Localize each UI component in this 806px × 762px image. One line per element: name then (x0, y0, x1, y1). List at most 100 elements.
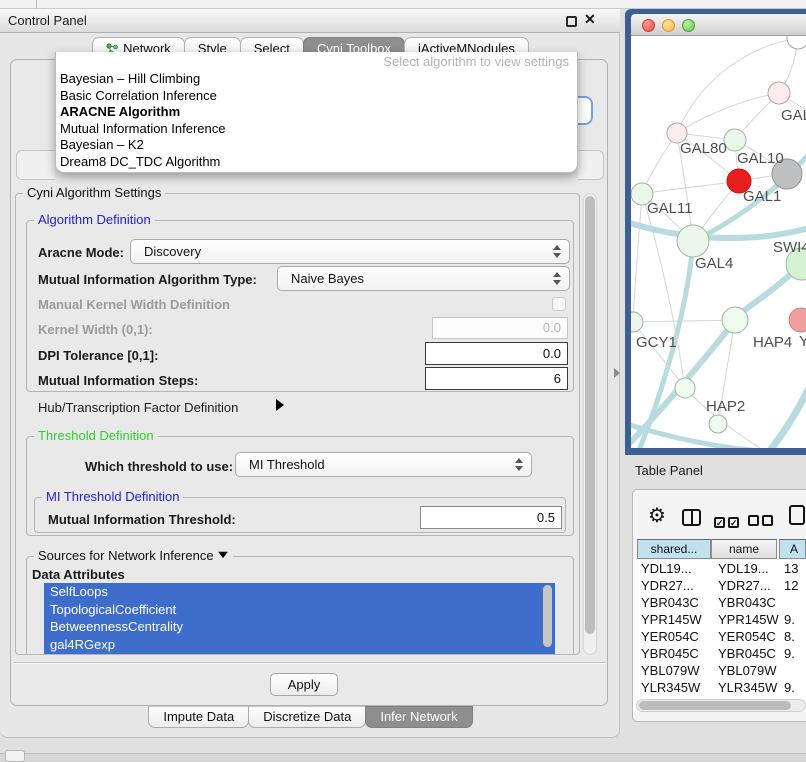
node-label: Y (799, 333, 806, 350)
attribute-item[interactable]: gal4RGexp (44, 636, 555, 654)
mi-steps-field[interactable]: 6 (425, 367, 568, 390)
dropdown-item[interactable]: Bayesian – K2 (60, 137, 573, 154)
table-cell: YBR045C (711, 645, 779, 662)
node-label: GAL10 (737, 150, 784, 167)
dropdown-item[interactable]: Mutual Information Inference (60, 121, 573, 138)
table-row[interactable]: YLR345WYLR345W9. (633, 679, 806, 696)
column-header-name[interactable]: name (711, 539, 777, 559)
function-page-icon[interactable] (789, 505, 805, 525)
node-label: HAP4 (753, 334, 792, 351)
collapse-arrow-icon[interactable] (218, 552, 228, 558)
table-row[interactable]: YBR045CYBR045C9. (633, 645, 806, 662)
column-header-partial[interactable]: A (779, 539, 806, 559)
mi-algorithm-type-value: Naive Bayes (291, 271, 364, 286)
network-window-titlebar[interactable] (631, 14, 806, 36)
show-columns-icon[interactable]: ✓✓ (714, 513, 742, 531)
table-row[interactable]: YBR043CYBR043C (633, 594, 806, 611)
spinner-icon (553, 245, 561, 258)
minimize-traffic-light-icon[interactable] (662, 19, 675, 32)
settings-scrollbar-thumb[interactable] (585, 196, 595, 634)
algorithm-dropdown-list: Select algorithm to view settings Bayesi… (55, 52, 578, 173)
gear-icon[interactable]: ⚙ (648, 506, 666, 526)
expand-arrow-icon[interactable] (276, 399, 284, 411)
edge (633, 194, 642, 322)
top-toolbar-edge (0, 0, 806, 9)
node-gal10[interactable] (724, 129, 746, 151)
attributes-scrollbar-thumb[interactable] (543, 585, 552, 647)
tab-discretize-data-label: Discretize Data (263, 709, 351, 724)
mi-algorithm-type-select[interactable]: Naive Bayes (277, 266, 570, 291)
table-cell: YDL19... (633, 560, 711, 577)
table-cell: YBL079W (711, 662, 779, 679)
node-gal4[interactable] (677, 225, 709, 257)
edge (642, 194, 685, 388)
sources-title[interactable]: Sources for Network Inference (34, 549, 233, 563)
dropdown-item[interactable]: Bayesian – Hill Climbing (60, 71, 573, 88)
table-cell: YER054C (633, 628, 711, 645)
table-cell: YDL19... (711, 560, 779, 577)
table-cell: 8. (779, 628, 806, 645)
aracne-mode-select[interactable]: Discovery (130, 239, 570, 264)
node-y[interactable] (789, 308, 806, 332)
sources-title-label: Sources for Network Inference (38, 548, 214, 563)
split-columns-icon[interactable] (682, 509, 701, 526)
attribute-item[interactable]: TopologicalCoefficient (44, 601, 555, 619)
attribute-item[interactable]: SelfLoops (44, 583, 555, 601)
apply-button[interactable]: Apply (270, 673, 338, 696)
table-row[interactable]: YBL079WYBL079W (633, 662, 806, 679)
hub-definition-label[interactable]: Hub/Transcription Factor Definition (38, 400, 238, 415)
tab-impute-data[interactable]: Impute Data (148, 706, 249, 728)
close-traffic-light-icon[interactable] (642, 19, 655, 32)
edge (633, 320, 735, 322)
table-cell: YPR145W (711, 611, 779, 628)
corner-widget[interactable] (5, 750, 25, 762)
dpi-tolerance-field[interactable]: 0.0 (425, 342, 568, 365)
panel-splitter-arrow-icon[interactable] (614, 368, 620, 378)
table-row[interactable]: YDL19...YDL19...13 (633, 560, 806, 577)
table-cell: YBR045C (633, 645, 711, 662)
node-gal8[interactable] (768, 82, 790, 104)
table-cell: YLR345W (711, 679, 779, 696)
node-hap4[interactable] (722, 307, 748, 333)
tab-discretize-data[interactable]: Discretize Data (248, 706, 366, 728)
control-panel-title: Control Panel (8, 9, 87, 33)
node[interactable] (787, 36, 806, 49)
kernel-width-label: Kernel Width (0,1): (38, 322, 153, 337)
float-window-icon[interactable] (566, 16, 577, 27)
data-attributes-label: Data Attributes (32, 567, 125, 582)
node[interactable] (709, 415, 727, 433)
checked-box-icon: ✓ (714, 517, 725, 528)
node-label: SWI4 (773, 239, 806, 256)
table-panel-title: Table Panel (635, 463, 703, 478)
dropdown-item-highlighted[interactable]: ARACNE Algorithm (60, 104, 573, 121)
unchecked-box-icon (748, 515, 759, 526)
mi-algorithm-type-label: Mutual Information Algorithm Type: (38, 272, 257, 287)
close-icon[interactable]: ✕ (584, 11, 596, 28)
mi-threshold-field[interactable]: 0.5 (420, 506, 562, 529)
table-row[interactable]: YPR145WYPR145W9. (633, 611, 806, 628)
threshold-definition-title: Threshold Definition (34, 429, 158, 443)
node-label: HAP2 (706, 398, 745, 415)
tab-infer-network[interactable]: Infer Network (365, 706, 472, 728)
dropdown-item[interactable]: Basic Correlation Inference (60, 88, 573, 105)
aracne-mode-label: Aracne Mode: (38, 245, 124, 260)
node-gcy1[interactable] (631, 312, 643, 332)
table-cell: YBR043C (711, 594, 779, 611)
column-header-shared-name[interactable]: shared... (637, 539, 711, 559)
manual-kernel-width-checkbox[interactable] (552, 297, 566, 311)
which-threshold-select[interactable]: MI Threshold (235, 452, 532, 477)
table-row[interactable]: YDR27...YDR27...12 (633, 577, 806, 594)
network-canvas[interactable]: GAL8 GAL80 GAL10 GAL1 GAL11 SWI4 GAL4 GC… (631, 36, 806, 448)
zoom-traffic-light-icon[interactable] (682, 19, 695, 32)
attribute-item[interactable]: BetweennessCentrality (44, 618, 555, 636)
cyni-algorithm-settings-title: Cyni Algorithm Settings (23, 186, 165, 200)
table-row[interactable]: YER054CYER054C8. (633, 628, 806, 645)
table-hscrollbar-thumb[interactable] (639, 701, 791, 710)
data-attributes-list: SelfLoops TopologicalCoefficient Between… (44, 583, 555, 654)
table-cell (779, 594, 806, 611)
dropdown-item[interactable]: Dream8 DC_TDC Algorithm (60, 154, 573, 171)
hide-columns-icon[interactable] (748, 513, 776, 531)
hidden-combo-fragment-right (578, 150, 604, 180)
which-threshold-value: MI Threshold (249, 457, 325, 472)
node-hap2[interactable] (675, 378, 695, 398)
